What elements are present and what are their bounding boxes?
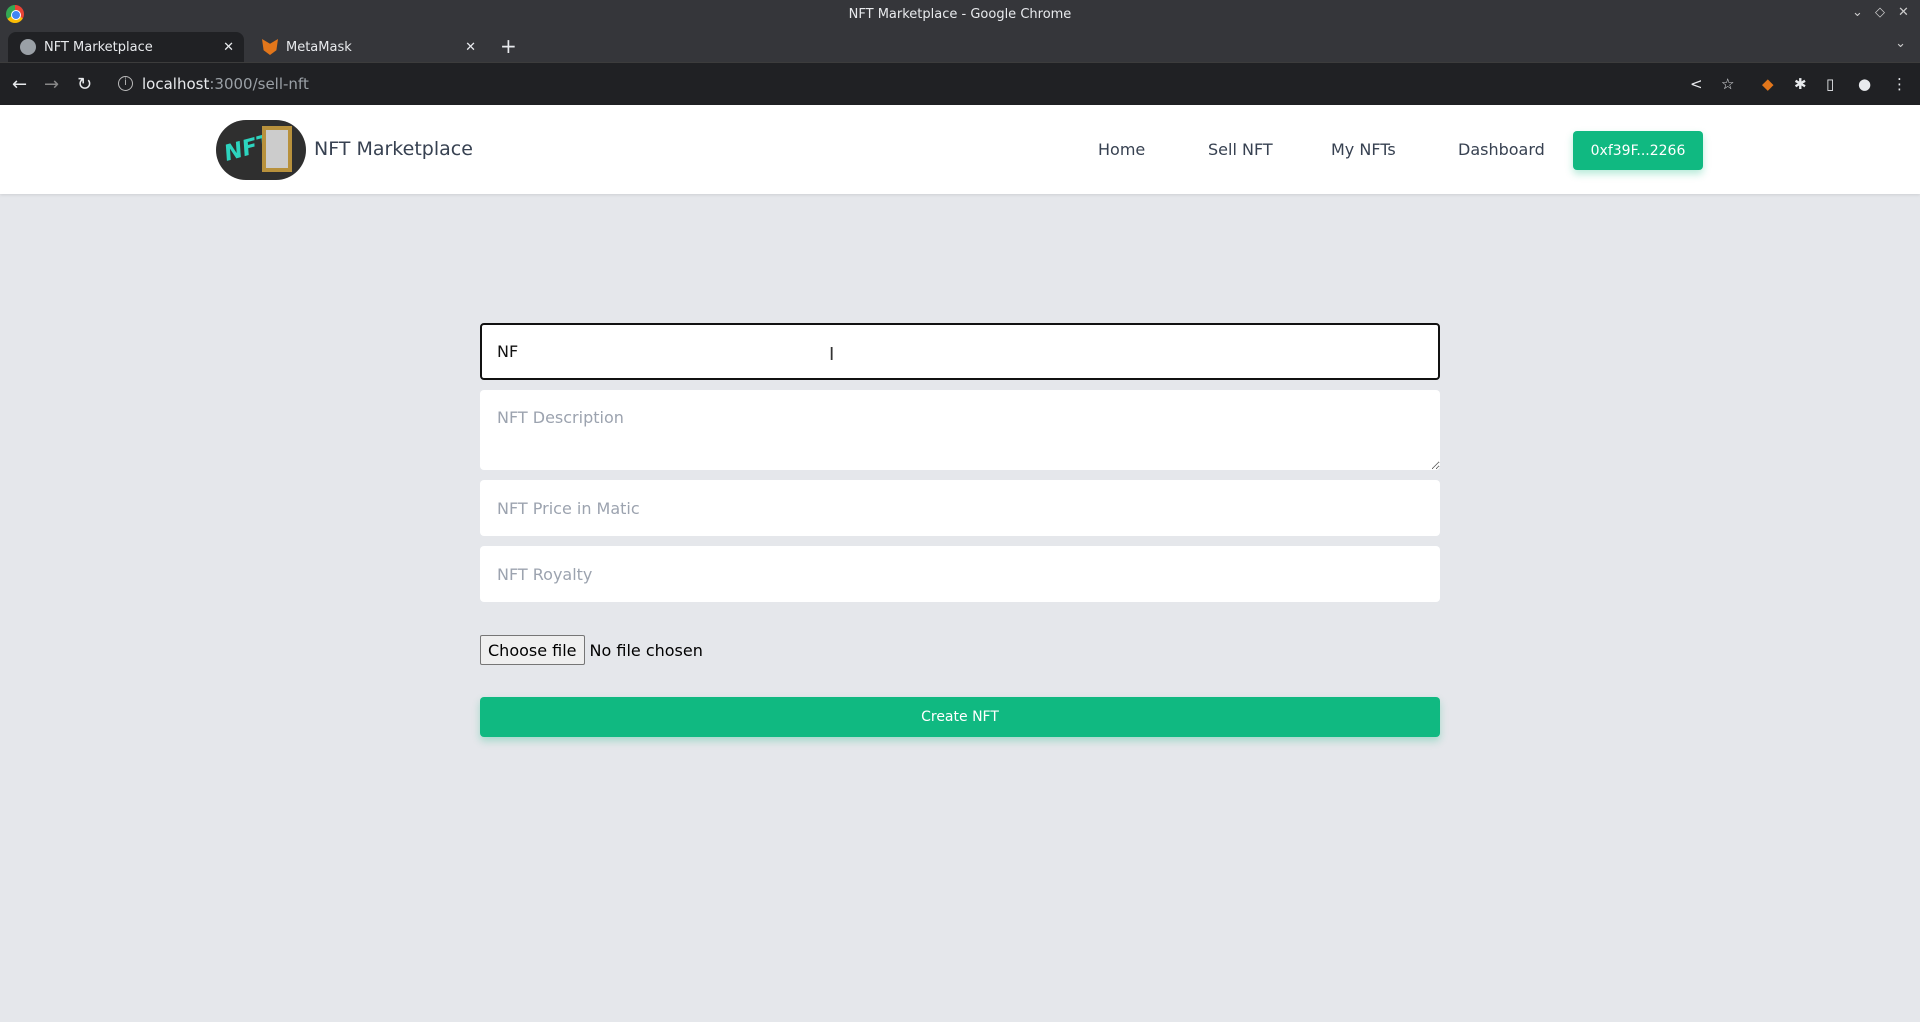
close-tab-icon[interactable]: ✕ bbox=[223, 40, 234, 55]
window-title: NFT Marketplace - Google Chrome bbox=[848, 7, 1072, 22]
reload-icon[interactable]: ↻ bbox=[77, 74, 92, 95]
back-icon[interactable]: ← bbox=[12, 74, 27, 95]
file-status: No file chosen bbox=[589, 640, 703, 660]
maximize-icon[interactable]: ◇ bbox=[1875, 5, 1885, 20]
side-panel-icon[interactable]: ▯ bbox=[1826, 75, 1834, 93]
nav-dashboard[interactable]: Dashboard bbox=[1458, 140, 1545, 159]
window-titlebar: NFT Marketplace - Google Chrome ⌄ ◇ ✕ bbox=[0, 0, 1920, 29]
minimize-icon[interactable]: ⌄ bbox=[1852, 5, 1863, 20]
nft-logo[interactable]: NFT bbox=[216, 120, 306, 180]
extensions-puzzle-icon[interactable]: ✱ bbox=[1794, 75, 1807, 93]
choose-file-button[interactable]: Choose file bbox=[480, 635, 585, 665]
forward-icon[interactable]: → bbox=[44, 74, 59, 95]
tab-label: NFT Marketplace bbox=[44, 39, 153, 55]
tab-search-icon[interactable]: ⌄ bbox=[1895, 36, 1906, 51]
menu-icon[interactable]: ⋮ bbox=[1892, 75, 1907, 93]
nft-description-input[interactable] bbox=[480, 390, 1440, 470]
close-tab-icon[interactable]: ✕ bbox=[465, 40, 476, 55]
nav-my-nfts[interactable]: My NFTs bbox=[1331, 140, 1396, 159]
close-window-icon[interactable]: ✕ bbox=[1898, 5, 1909, 20]
new-tab-button[interactable]: + bbox=[500, 34, 517, 58]
nft-name-input[interactable] bbox=[480, 323, 1440, 380]
nft-price-input[interactable] bbox=[480, 480, 1440, 536]
tab-label: MetaMask bbox=[286, 39, 352, 55]
tab-nft-marketplace[interactable]: NFT Marketplace ✕ bbox=[8, 32, 244, 62]
site-info-icon[interactable]: i bbox=[118, 76, 133, 91]
text-cursor-icon: I bbox=[829, 344, 835, 365]
share-icon[interactable]: < bbox=[1690, 75, 1703, 93]
nft-royalty-input[interactable] bbox=[480, 546, 1440, 602]
metamask-fox-icon bbox=[262, 39, 278, 55]
site-navbar: NFT NFT Marketplace Home Sell NFT My NFT… bbox=[0, 105, 1920, 194]
globe-icon bbox=[20, 39, 36, 55]
tab-metamask[interactable]: MetaMask ✕ bbox=[250, 32, 486, 62]
create-nft-button[interactable]: Create NFT bbox=[480, 697, 1440, 737]
file-input[interactable]: Choose file No file chosen bbox=[480, 635, 703, 665]
url-field[interactable]: localhost:3000/sell-nft bbox=[142, 75, 309, 93]
nav-sell-nft[interactable]: Sell NFT bbox=[1208, 140, 1273, 159]
brand-name: NFT Marketplace bbox=[314, 138, 473, 160]
wallet-address-button[interactable]: 0xf39F...2266 bbox=[1573, 131, 1703, 170]
profile-icon[interactable]: ● bbox=[1858, 75, 1871, 93]
address-bar: ← → ↻ i localhost:3000/sell-nft < ☆ ◆ ✱ … bbox=[0, 62, 1920, 105]
bookmark-star-icon[interactable]: ☆ bbox=[1721, 75, 1734, 93]
nav-home[interactable]: Home bbox=[1098, 140, 1145, 159]
metamask-extension-icon[interactable]: ◆ bbox=[1762, 75, 1774, 93]
tab-bar: NFT Marketplace ✕ MetaMask ✕ bbox=[0, 29, 1920, 62]
